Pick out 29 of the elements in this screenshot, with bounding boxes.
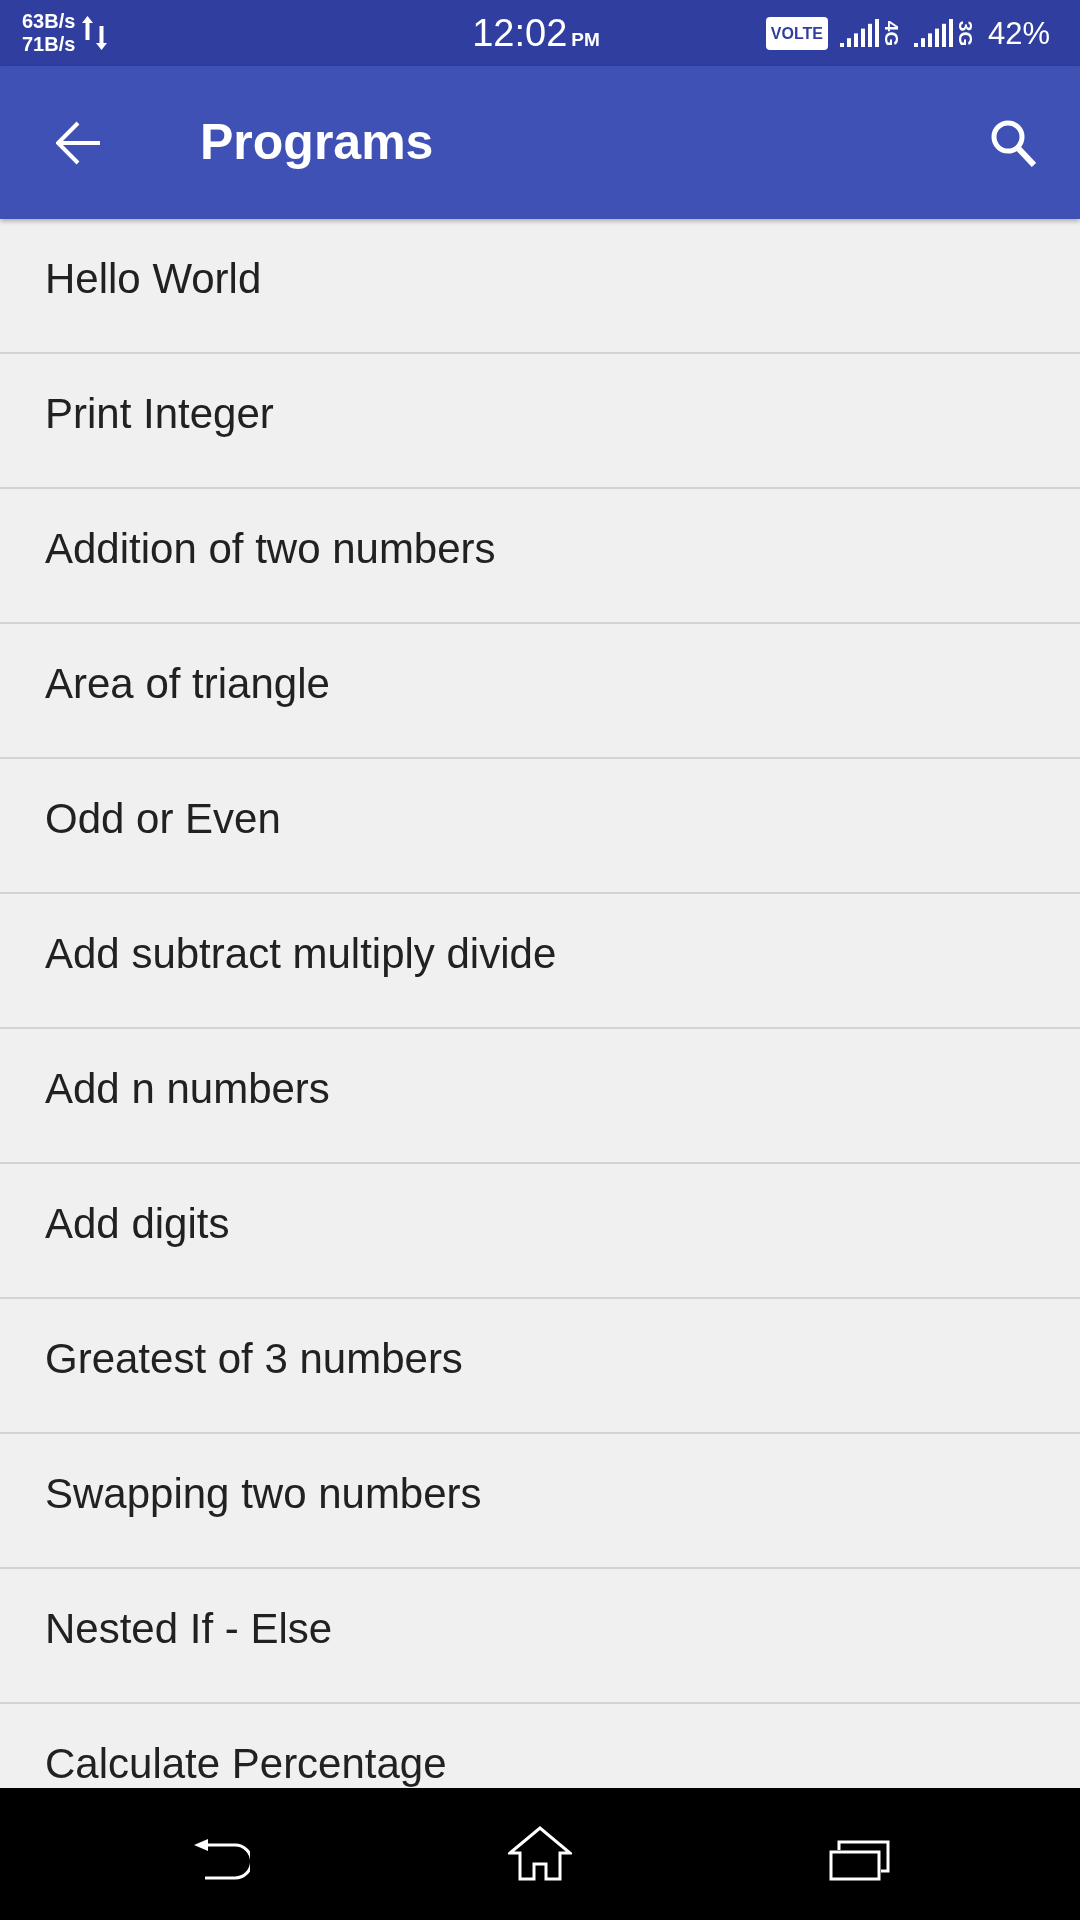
volte-badge: VOLTE xyxy=(765,16,828,50)
clock-period: PM xyxy=(571,30,600,49)
program-list-item[interactable]: Add subtract multiply divide xyxy=(0,894,1080,1029)
signal-icon xyxy=(913,19,953,47)
recent-apps-icon[interactable] xyxy=(829,1840,890,1881)
program-list-item[interactable]: Print Integer xyxy=(0,354,1080,489)
program-list-item[interactable]: Greatest of 3 numbers xyxy=(0,1299,1080,1434)
search-icon[interactable] xyxy=(990,118,1036,167)
download-speed: 71B/s xyxy=(22,33,76,56)
program-list-item[interactable]: Nested If - Else xyxy=(0,1569,1080,1704)
screen-title: Programs xyxy=(200,113,434,172)
network-type-label: 4G xyxy=(882,20,902,46)
back-arrow-icon[interactable] xyxy=(56,120,100,165)
program-list-item[interactable]: Area of triangle xyxy=(0,624,1080,759)
program-list-item[interactable]: Swapping two numbers xyxy=(0,1434,1080,1569)
home-icon[interactable] xyxy=(507,1826,572,1881)
signal-icon xyxy=(839,19,879,47)
program-list-item[interactable]: Add digits xyxy=(0,1164,1080,1299)
program-list-item[interactable]: Add n numbers xyxy=(0,1029,1080,1164)
clock-time: 12:02 xyxy=(472,14,568,52)
upload-speed: 63B/s xyxy=(22,10,76,33)
program-list-item[interactable]: Calculate Percentage xyxy=(0,1704,1080,1788)
battery-percentage: 42% xyxy=(987,17,1050,49)
program-list-item[interactable]: Hello World xyxy=(0,219,1080,354)
data-transfer-icon xyxy=(82,16,108,50)
program-list-item[interactable]: Odd or Even xyxy=(0,759,1080,894)
program-list-item[interactable]: Addition of two numbers xyxy=(0,489,1080,624)
back-icon[interactable] xyxy=(193,1838,250,1881)
network-type-label: 3G xyxy=(956,20,976,46)
